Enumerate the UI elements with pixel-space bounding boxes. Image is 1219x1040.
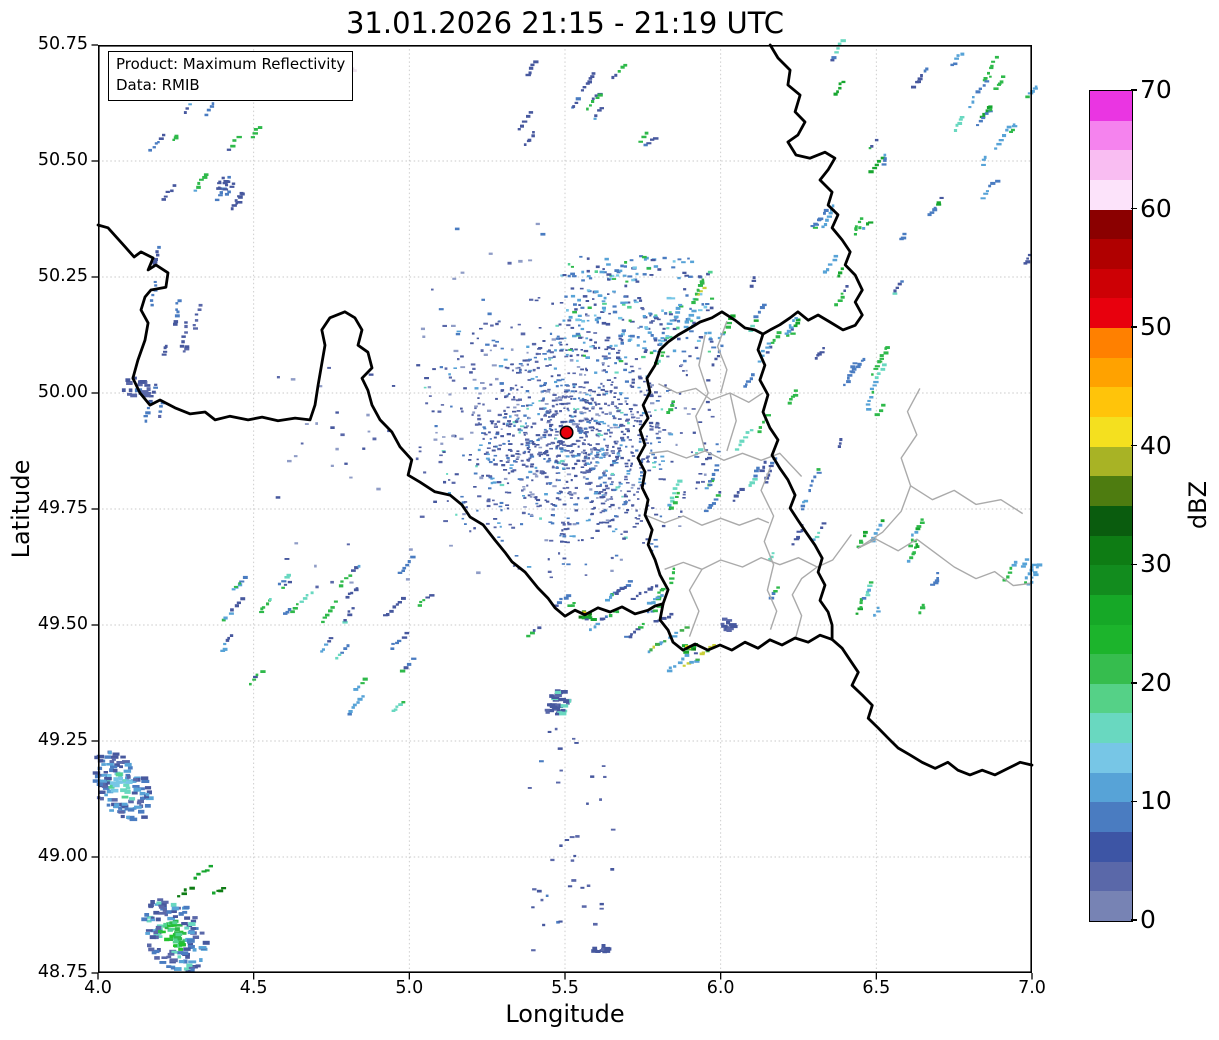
y-tick-label: 49.50: [37, 614, 88, 634]
colorbar-band: [1090, 535, 1132, 566]
y-tick-label: 50.75: [37, 34, 88, 54]
colorbar-tick-mark: [1131, 326, 1137, 328]
colorbar-tick-label: 0: [1140, 905, 1156, 934]
x-tick-label: 5.5: [551, 978, 579, 998]
colorbar-tick-mark: [1131, 207, 1137, 210]
colorbar-band: [1090, 446, 1132, 477]
colorbar-band: [1090, 654, 1132, 684]
colorbar-band: [1090, 772, 1132, 803]
map-plot-area: [91, 39, 1043, 980]
colorbar-tick-mark: [1131, 919, 1137, 921]
colorbar-band: [1090, 179, 1132, 210]
colorbar-band: [1090, 624, 1132, 655]
colorbar-band: [1090, 594, 1132, 625]
x-axis-label: Longitude: [505, 1000, 625, 1028]
colorbar-band: [1090, 476, 1132, 506]
colorbar-band: [1090, 713, 1132, 744]
colorbar-tick-mark: [1131, 89, 1137, 91]
district-borders-layer: [644, 320, 1033, 640]
axis-ticks: [91, 44, 1033, 980]
colorbar-band: [1090, 417, 1132, 447]
colorbar-band: [1090, 268, 1132, 299]
x-tick-label: 7.0: [1018, 978, 1046, 998]
colorbar-tick-label: 60: [1140, 193, 1172, 223]
colorbar-tick-mark: [1131, 563, 1137, 566]
colorbar-tick-label: 50: [1140, 312, 1172, 342]
colorbar-tick-label: 40: [1140, 430, 1172, 460]
colorbar-band: [1090, 209, 1132, 240]
colorbar-tick-label: 20: [1140, 667, 1172, 697]
x-tick-label: 6.0: [706, 978, 735, 998]
colorbar-band: [1090, 802, 1132, 833]
y-tick-label: 50.50: [37, 150, 88, 170]
y-tick-label: 49.25: [37, 730, 88, 750]
colorbar-tick-mark: [1131, 444, 1137, 447]
radar-site-marker: [559, 425, 574, 440]
data-source-line: Data: RMIB: [116, 76, 200, 95]
colorbar-band: [1090, 239, 1132, 269]
colorbar-band: [1090, 150, 1132, 180]
x-tick-label: 4.5: [239, 978, 268, 998]
colorbar-band: [1090, 743, 1132, 773]
colorbar-band: [1090, 387, 1132, 418]
radar-figure: 31.01.2026 21:15 - 21:19 UTC Product: Ma…: [0, 0, 1219, 1040]
y-tick-label: 48.75: [37, 962, 88, 982]
y-tick-label: 49.00: [37, 846, 88, 866]
colorbar-band: [1090, 683, 1132, 714]
colorbar-label: dBZ: [1184, 480, 1212, 530]
grid-layer: [98, 45, 1032, 973]
colorbar-tick-mark: [1131, 800, 1137, 803]
colorbar: [1089, 90, 1133, 922]
y-tick-label: 50.25: [37, 266, 88, 286]
product-annotation-box: Product: Maximum Reflectivity Data: RMIB: [108, 51, 354, 101]
x-tick-label: 6.5: [862, 978, 891, 998]
colorbar-tick-label: 30: [1140, 549, 1172, 579]
colorbar-band: [1090, 328, 1132, 358]
colorbar-band: [1090, 832, 1132, 862]
colorbar-band: [1090, 565, 1132, 595]
colorbar-band: [1090, 120, 1132, 151]
y-tick-label: 49.75: [37, 498, 88, 518]
x-tick-label: 5.0: [395, 978, 424, 998]
radar-echo-layer: [92, 39, 1043, 973]
colorbar-band: [1090, 505, 1132, 536]
colorbar-tick-label: 70: [1140, 75, 1172, 104]
product-line: Product: Maximum Reflectivity: [116, 55, 346, 73]
colorbar-band: [1090, 861, 1132, 892]
colorbar-band: [1090, 91, 1132, 121]
colorbar-tick-mark: [1131, 682, 1137, 684]
colorbar-band: [1090, 891, 1132, 921]
colorbar-tick-label: 10: [1140, 786, 1172, 816]
page-title: 31.01.2026 21:15 - 21:19 UTC: [345, 6, 785, 40]
y-tick-label: 50.00: [37, 382, 88, 402]
colorbar-band: [1090, 298, 1132, 329]
colorbar-band: [1090, 357, 1132, 388]
